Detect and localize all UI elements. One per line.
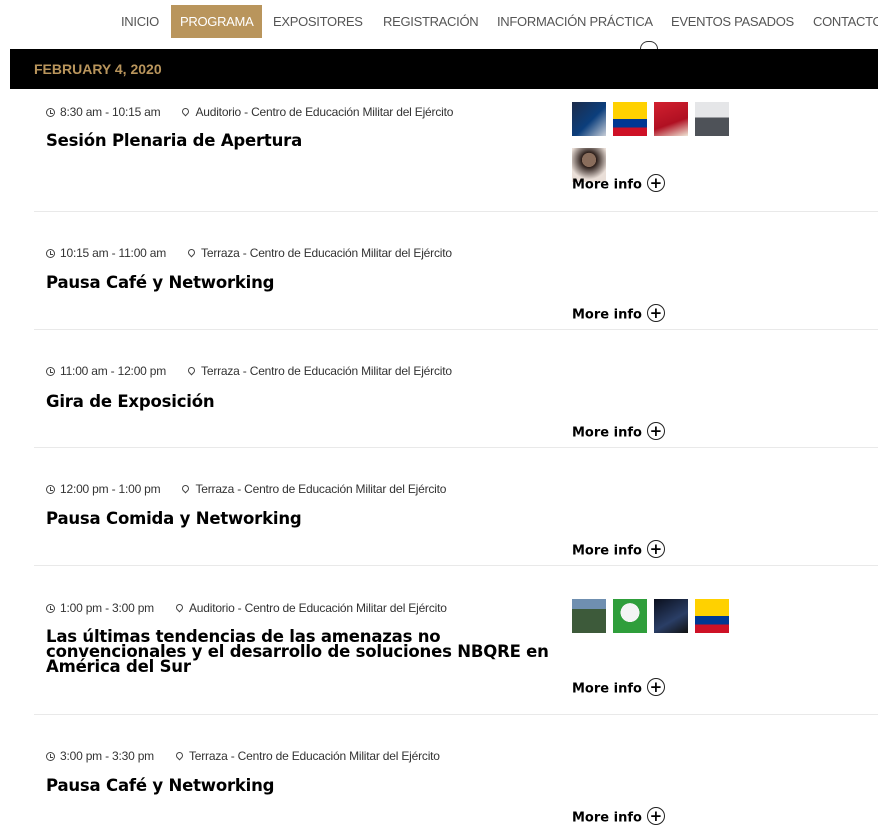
more-info-label: More info (572, 177, 642, 193)
session-title[interactable]: Pausa Comida y Networking (46, 510, 302, 527)
more-info-label: More info (572, 425, 642, 441)
location-pin-icon (181, 106, 191, 117)
scroll-indicator-icon (640, 41, 658, 49)
session-meta: 11:00 am - 12:00 pm Terraza - Centro de E… (46, 364, 452, 378)
speaker-avatar-flag-colombia[interactable] (695, 599, 729, 633)
location-pin-icon (186, 365, 197, 376)
session-title-line: América del Sur (46, 657, 191, 676)
more-info-button[interactable]: More info + (572, 174, 665, 194)
speaker-avatar[interactable] (695, 102, 729, 136)
location-pin-icon (174, 750, 185, 761)
session-location: Auditorio - Centro de Educación Militar … (195, 105, 454, 119)
session-title[interactable]: Sesión Plenaria de Apertura (46, 132, 302, 149)
session-meta: 3:00 pm - 3:30 pm Terraza - Centro de Edu… (46, 749, 440, 763)
more-info-button[interactable]: More info + (572, 678, 665, 698)
nav-item-programa[interactable]: PROGRAMA (171, 5, 263, 38)
session-time: 12:00 pm - 1:00 pm (60, 482, 161, 496)
nav-item-inicio[interactable]: INICIO (121, 5, 159, 38)
session-title[interactable]: Pausa Café y Networking (46, 274, 274, 291)
session-title[interactable]: Las últimas tendencias de las amenazas n… (46, 628, 549, 676)
session-time: 3:00 pm - 3:30 pm (60, 749, 154, 763)
session-time: 11:00 am - 12:00 pm (60, 364, 167, 378)
session-location: Terraza - Centro de Educación Militar de… (188, 749, 440, 763)
session-title[interactable]: Pausa Café y Networking (46, 777, 274, 794)
session-row: 1:00 pm - 3:00 pm Auditorio - Centro de E… (34, 566, 878, 715)
session-meta: 1:00 pm - 3:00 pm Auditorio - Centro de E… (46, 601, 447, 615)
session-location: Terraza - Centro de Educación Militar de… (201, 246, 452, 260)
nav-item-registracion[interactable]: REGISTRACIÓN (383, 5, 479, 38)
session-row: 12:00 pm - 1:00 pm Terraza - Centro de Ed… (34, 448, 878, 566)
clock-icon (46, 108, 55, 117)
session-location: Auditorio - Centro de Educación Militar … (188, 601, 447, 615)
more-info-button[interactable]: More info + (572, 422, 665, 442)
more-info-button[interactable]: More info + (572, 540, 665, 560)
more-info-button[interactable]: More info + (572, 304, 665, 324)
plus-circle-icon: + (646, 807, 665, 825)
speaker-avatar[interactable] (572, 102, 606, 136)
session-time: 1:00 pm - 3:00 pm (60, 601, 154, 615)
location-pin-icon (186, 247, 197, 258)
session-row: 10:15 am - 11:00 am Terraza - Centro de E… (34, 212, 878, 330)
location-pin-icon (174, 602, 185, 613)
more-info-button[interactable]: More info + (572, 807, 665, 827)
more-info-label: More info (572, 543, 642, 559)
session-meta: 8:30 am - 10:15 am Auditorio - Centro de … (46, 105, 453, 119)
session-title[interactable]: Gira de Exposición (46, 393, 215, 410)
plus-circle-icon: + (646, 678, 665, 696)
session-row: 3:00 pm - 3:30 pm Terraza - Centro de Edu… (34, 715, 878, 834)
session-time: 10:15 am - 11:00 am (60, 246, 167, 260)
session-location: Terraza - Centro de Educación Militar de… (195, 482, 447, 496)
session-meta: 12:00 pm - 1:00 pm Terraza - Centro de Ed… (46, 482, 446, 496)
speaker-avatar[interactable] (613, 599, 647, 633)
plus-circle-icon: + (646, 540, 665, 558)
nav-item-contacto[interactable]: CONTACTO (813, 5, 878, 38)
location-pin-icon (181, 483, 191, 494)
nav-item-informacion-practica[interactable]: INFORMACIÓN PRÁCTICA (497, 5, 653, 38)
nav-item-eventos-pasados[interactable]: EVENTOS PASADOS (671, 5, 794, 38)
plus-circle-icon: + (646, 422, 665, 440)
session-row: 8:30 am - 10:15 am Auditorio - Centro de … (34, 89, 878, 212)
speaker-avatar[interactable] (654, 599, 688, 633)
more-info-label: More info (572, 681, 642, 697)
top-navigation: INICIO PROGRAMA EXPOSITORES REGISTRACIÓN… (0, 0, 878, 40)
session-meta: 10:15 am - 11:00 am Terraza - Centro de E… (46, 246, 452, 260)
date-header: FEBRUARY 4, 2020 (34, 61, 162, 77)
speaker-avatar[interactable] (572, 599, 606, 633)
clock-icon (46, 485, 55, 494)
session-row: 11:00 am - 12:00 pm Terraza - Centro de E… (34, 330, 878, 448)
more-info-label: More info (572, 307, 642, 323)
clock-icon (46, 752, 55, 761)
nav-item-expositores[interactable]: EXPOSITORES (273, 5, 363, 38)
plus-circle-icon: + (646, 174, 665, 192)
clock-icon (46, 604, 55, 613)
plus-circle-icon: + (646, 304, 665, 322)
more-info-label: More info (572, 810, 642, 826)
speaker-avatar-flag-colombia[interactable] (613, 102, 647, 136)
speaker-avatar[interactable] (654, 102, 688, 136)
clock-icon (46, 249, 55, 258)
date-header-bar: FEBRUARY 4, 2020 (10, 49, 878, 89)
session-time: 8:30 am - 10:15 am (60, 105, 161, 119)
session-location: Terraza - Centro de Educación Militar de… (201, 364, 452, 378)
clock-icon (46, 367, 55, 376)
